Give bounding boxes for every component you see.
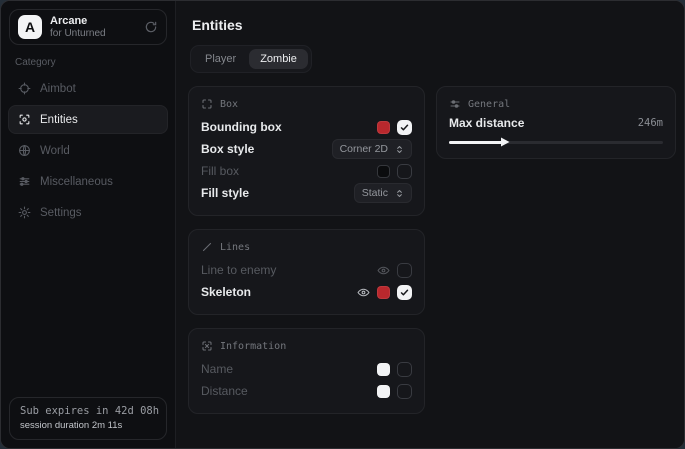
sidebar-item-label: World bbox=[40, 145, 70, 157]
scan-box-icon bbox=[201, 98, 213, 110]
eye-icon[interactable] bbox=[377, 264, 390, 277]
sliders-icon bbox=[18, 175, 31, 188]
setting-row-box-style: Box style Corner 2D bbox=[201, 138, 412, 160]
check-icon bbox=[400, 123, 409, 132]
app-logo: A bbox=[18, 15, 42, 39]
card-title: Box bbox=[220, 99, 238, 110]
max-distance-slider[interactable] bbox=[449, 137, 663, 147]
pencil-line-icon bbox=[201, 241, 213, 253]
setting-label: Fill box bbox=[201, 164, 239, 178]
information-card: Information Name Distance bbox=[188, 328, 425, 414]
setting-label: Bounding box bbox=[201, 120, 282, 134]
max-distance-value: 246m bbox=[638, 117, 663, 129]
setting-row-fill-box: Fill box bbox=[201, 160, 412, 182]
sidebar-item-label: Settings bbox=[40, 207, 82, 219]
eye-icon[interactable] bbox=[357, 286, 370, 299]
checkbox-bounding-box[interactable] bbox=[397, 120, 412, 135]
checkbox-skeleton[interactable] bbox=[397, 285, 412, 300]
slider-fill bbox=[449, 141, 503, 144]
setting-label: Name bbox=[201, 362, 233, 376]
checkbox-line-to-enemy[interactable] bbox=[397, 263, 412, 278]
sidebar-nav: Aimbot Entities World bbox=[1, 74, 175, 227]
sidebar-item-label: Miscellaneous bbox=[40, 176, 113, 188]
entity-tabs: Player Zombie bbox=[190, 45, 312, 73]
check-icon bbox=[400, 288, 409, 297]
tab-zombie[interactable]: Zombie bbox=[249, 49, 308, 69]
information-icon bbox=[201, 340, 213, 352]
setting-row-skeleton: Skeleton bbox=[201, 281, 412, 303]
dropdown-value: Static bbox=[362, 187, 388, 199]
setting-label: Box style bbox=[201, 142, 254, 156]
sub-expires-text: Sub expires in 42d 08h bbox=[20, 405, 156, 417]
chevron-updown-icon bbox=[395, 189, 404, 198]
slider-thumb-arrow-icon[interactable] bbox=[501, 137, 510, 147]
color-swatch[interactable] bbox=[377, 286, 390, 299]
box-style-dropdown[interactable]: Corner 2D bbox=[332, 139, 412, 159]
brand-name: Arcane bbox=[50, 15, 106, 28]
setting-row-line-to-enemy: Line to enemy bbox=[201, 259, 412, 281]
sidebar-item-entities[interactable]: Entities bbox=[8, 105, 168, 134]
globe-icon bbox=[18, 144, 31, 157]
refresh-icon[interactable] bbox=[144, 20, 158, 34]
gear-icon bbox=[18, 206, 31, 219]
lines-card: Lines Line to enemy Skeleton bbox=[188, 229, 425, 315]
setting-row-max-distance: Max distance 246m bbox=[449, 116, 663, 130]
checkbox-fill-box[interactable] bbox=[397, 164, 412, 179]
setting-row-bounding-box: Bounding box bbox=[201, 116, 412, 138]
setting-label: Max distance bbox=[449, 116, 524, 130]
entities-icon bbox=[18, 113, 31, 126]
setting-label: Line to enemy bbox=[201, 263, 276, 277]
chevron-updown-icon bbox=[395, 145, 404, 154]
sidebar-item-aimbot[interactable]: Aimbot bbox=[8, 74, 168, 103]
fill-style-dropdown[interactable]: Static bbox=[354, 183, 412, 203]
app-window: A Arcane for Unturned Category Aimbot bbox=[0, 0, 685, 449]
main-panel: Entities Player Zombie Box bbox=[176, 1, 685, 448]
checkbox-distance[interactable] bbox=[397, 384, 412, 399]
setting-label: Skeleton bbox=[201, 285, 251, 299]
sidebar-item-world[interactable]: World bbox=[8, 136, 168, 165]
brand-subtitle: for Unturned bbox=[50, 28, 106, 40]
setting-row-fill-style: Fill style Static bbox=[201, 182, 412, 204]
sidebar-item-miscellaneous[interactable]: Miscellaneous bbox=[8, 167, 168, 196]
setting-row-distance: Distance bbox=[201, 380, 412, 402]
crosshair-icon bbox=[18, 82, 31, 95]
box-card: Box Bounding box Box style bbox=[188, 86, 425, 216]
subscription-card: Sub expires in 42d 08h session duration … bbox=[9, 397, 167, 440]
color-swatch[interactable] bbox=[377, 121, 390, 134]
page-title: Entities bbox=[192, 17, 676, 33]
card-title: General bbox=[468, 99, 510, 110]
setting-label: Fill style bbox=[201, 186, 249, 200]
dropdown-value: Corner 2D bbox=[340, 143, 388, 155]
sidebar: A Arcane for Unturned Category Aimbot bbox=[1, 1, 176, 448]
setting-label: Distance bbox=[201, 384, 248, 398]
color-swatch[interactable] bbox=[377, 165, 390, 178]
color-swatch[interactable] bbox=[377, 363, 390, 376]
general-card: General Max distance 246m bbox=[436, 86, 676, 159]
brand-card: A Arcane for Unturned bbox=[9, 9, 167, 45]
tab-player[interactable]: Player bbox=[194, 49, 247, 69]
sidebar-item-label: Aimbot bbox=[40, 83, 76, 95]
color-swatch[interactable] bbox=[377, 385, 390, 398]
card-title: Information bbox=[220, 341, 286, 352]
setting-row-name: Name bbox=[201, 358, 412, 380]
sidebar-item-label: Entities bbox=[40, 114, 78, 126]
sidebar-item-settings[interactable]: Settings bbox=[8, 198, 168, 227]
card-title: Lines bbox=[220, 242, 250, 253]
category-label: Category bbox=[15, 57, 161, 68]
adjustments-icon bbox=[449, 98, 461, 110]
checkbox-name[interactable] bbox=[397, 362, 412, 377]
session-duration-text: session duration 2m 11s bbox=[20, 420, 156, 431]
